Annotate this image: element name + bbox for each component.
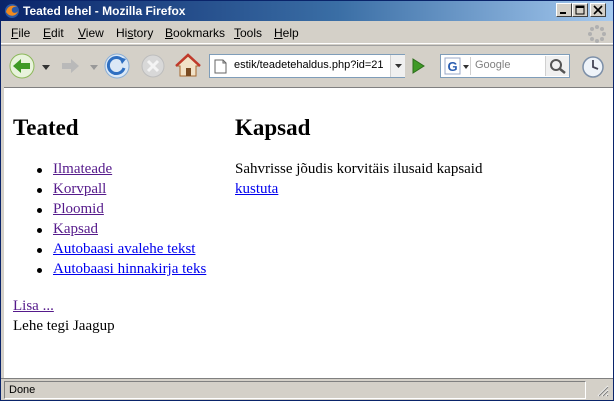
news-list-item: Ilmateade xyxy=(13,161,233,181)
go-icon[interactable] xyxy=(410,57,426,75)
article-body: Sahvrisse jõudis korvitäis ilusaid kapsa… xyxy=(235,161,483,177)
add-news-link[interactable]: Lisa ... xyxy=(13,298,54,315)
news-link[interactable]: Autobaasi hinnakirja teks xyxy=(53,261,206,277)
news-link[interactable]: Ilmateade xyxy=(53,161,112,177)
news-list-item: Autobaasi avalehe tekst xyxy=(13,241,233,261)
status-bar: Done xyxy=(1,378,613,400)
url-text[interactable]: estik/teadetehaldus.php?id=21 xyxy=(234,59,384,71)
back-icon[interactable] xyxy=(7,51,37,81)
url-dropdown-button[interactable] xyxy=(390,55,405,77)
address-bar[interactable]: estik/teadetehaldus.php?id=21 xyxy=(209,54,405,78)
news-list: Ilmateade Korvpall Ploomid Kapsad Autobaasi … xyxy=(13,161,233,281)
news-list-item: Korvpall xyxy=(13,181,233,201)
news-link[interactable]: Kapsad xyxy=(53,221,98,237)
news-link[interactable]: Korvpall xyxy=(53,181,106,197)
navigation-toolbar: estik/teadetehaldus.php?id=21 G Google xyxy=(1,45,613,86)
search-button[interactable] xyxy=(545,56,569,76)
news-link[interactable]: Autobaasi avalehe tekst xyxy=(53,241,195,257)
resize-grip-icon[interactable] xyxy=(595,383,609,397)
forward-dropdown-icon[interactable] xyxy=(90,65,98,71)
maximize-button[interactable] xyxy=(572,3,588,17)
menu-tools[interactable]: Tools xyxy=(234,26,262,40)
title-bar[interactable]: Teated lehel - Mozilla Firefox xyxy=(1,1,613,21)
news-heading: Teated xyxy=(13,115,79,140)
throbber-icon xyxy=(588,25,606,43)
page-content: Teated Ilmateade Korvpall Ploomid Kapsad Aut… xyxy=(4,87,613,378)
menu-file[interactable]: File xyxy=(11,26,30,40)
stop-icon[interactable] xyxy=(138,51,168,81)
menu-history[interactable]: History xyxy=(116,26,153,40)
menu-help[interactable]: Help xyxy=(274,26,299,40)
news-list-item: Autobaasi hinnakirja teks xyxy=(13,261,233,281)
article-title: Kapsad xyxy=(235,115,311,140)
search-engine-button[interactable]: G xyxy=(443,57,471,75)
news-list-item: Kapsad xyxy=(13,221,233,241)
menu-edit[interactable]: Edit xyxy=(43,26,64,40)
back-dropdown-icon[interactable] xyxy=(42,65,50,71)
menu-view[interactable]: View xyxy=(78,26,104,40)
news-link[interactable]: Ploomid xyxy=(53,201,104,217)
reload-icon[interactable] xyxy=(102,51,132,81)
chevron-down-icon xyxy=(395,64,402,68)
maximize-icon xyxy=(575,5,585,15)
status-panel: Done xyxy=(4,381,586,399)
minimize-icon xyxy=(560,12,566,14)
svg-text:G: G xyxy=(448,59,458,74)
home-icon[interactable] xyxy=(173,51,203,81)
close-button[interactable] xyxy=(590,3,606,17)
page-icon xyxy=(214,59,227,74)
menu-bookmarks[interactable]: Bookmarks xyxy=(165,26,225,40)
google-icon: G xyxy=(444,57,469,75)
browser-window: Teated lehel - Mozilla Firefox File Edit… xyxy=(0,0,614,401)
author-text: Lehe tegi Jaagup xyxy=(13,318,115,334)
minimize-button[interactable] xyxy=(556,3,572,17)
delete-link[interactable]: kustuta xyxy=(235,181,278,198)
firefox-icon xyxy=(5,4,19,18)
window-title: Teated lehel - Mozilla Firefox xyxy=(23,4,186,18)
clock-icon[interactable] xyxy=(581,55,605,79)
forward-icon[interactable] xyxy=(55,51,85,81)
news-list-item: Ploomid xyxy=(13,201,233,221)
search-bar[interactable]: G Google xyxy=(440,54,570,78)
status-text: Done xyxy=(9,384,36,396)
search-icon xyxy=(550,59,566,74)
menu-bar: File Edit View History Bookmarks Tools H… xyxy=(1,22,613,44)
search-placeholder[interactable]: Google xyxy=(475,59,510,71)
close-icon xyxy=(593,5,603,15)
